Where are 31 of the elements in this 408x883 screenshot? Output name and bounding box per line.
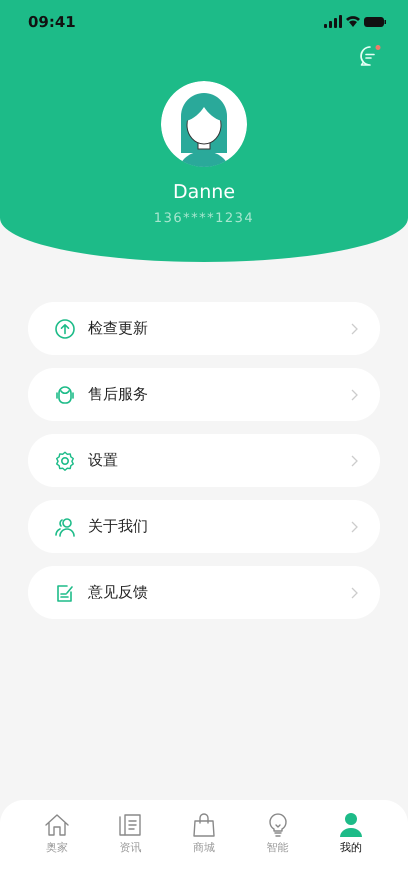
headset-icon bbox=[54, 384, 76, 406]
chevron-right-icon bbox=[350, 586, 358, 598]
menu-label: 检查更新 bbox=[88, 319, 149, 338]
user-name: Danne bbox=[172, 181, 236, 203]
arrow-up-circle-icon bbox=[54, 318, 76, 340]
chevron-right-icon bbox=[350, 322, 358, 334]
message-icon[interactable] bbox=[358, 44, 382, 68]
signal-icon bbox=[324, 15, 342, 28]
menu-item[interactable]: 意见反馈 bbox=[28, 566, 380, 619]
menu-item[interactable]: 关于我们 bbox=[28, 500, 380, 553]
menu-item[interactable]: 检查更新 bbox=[28, 302, 380, 355]
menu-item[interactable]: 设置 bbox=[28, 434, 380, 487]
people-icon bbox=[54, 516, 76, 538]
menu-label: 关于我们 bbox=[88, 517, 149, 536]
menu-label: 售后服务 bbox=[88, 385, 149, 404]
newspaper-icon bbox=[117, 812, 144, 838]
wifi-icon bbox=[346, 16, 360, 27]
menu-item[interactable]: 售后服务 bbox=[28, 368, 380, 421]
person-icon bbox=[338, 812, 364, 838]
menu-label: 设置 bbox=[88, 451, 119, 470]
tab[interactable]: 我的 bbox=[326, 812, 376, 883]
home-icon bbox=[44, 812, 70, 838]
battery-icon bbox=[364, 17, 386, 27]
chevron-right-icon bbox=[350, 454, 358, 466]
settings-icon bbox=[54, 450, 76, 472]
menu-label: 意见反馈 bbox=[88, 583, 149, 602]
status-time: 09:41 bbox=[28, 13, 76, 31]
shopping-bag-icon bbox=[190, 812, 217, 838]
phone-number: 136****1234 bbox=[154, 211, 254, 226]
chevron-right-icon bbox=[350, 520, 358, 532]
chevron-right-icon bbox=[350, 388, 358, 400]
